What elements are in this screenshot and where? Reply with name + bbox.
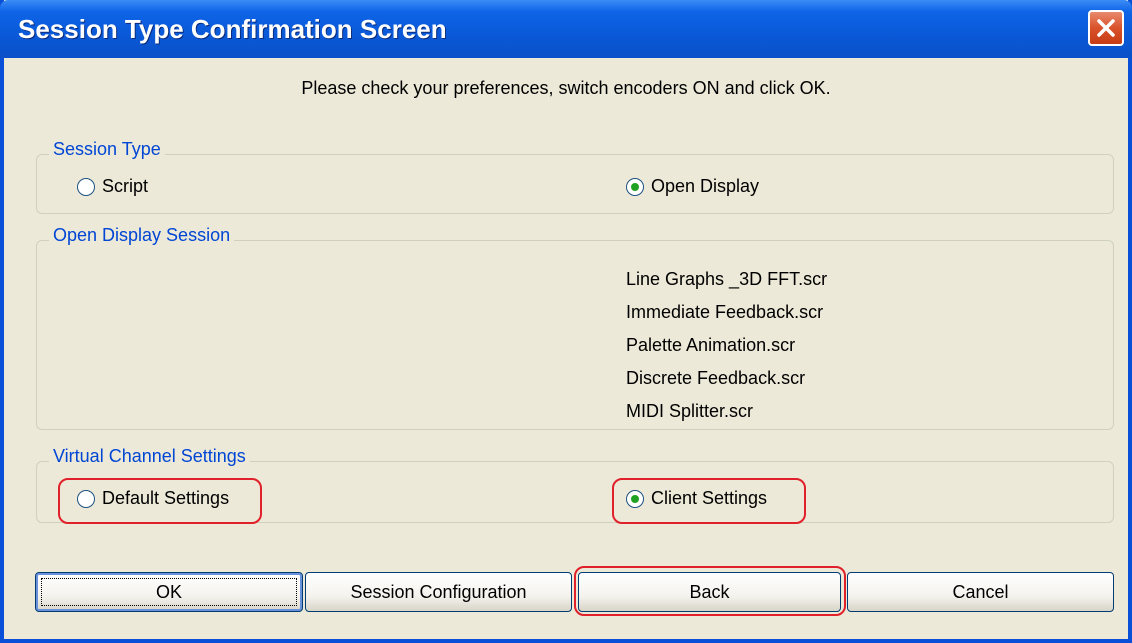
dialog-window: Session Type Confirmation Screen Please … [0,0,1132,643]
session-configuration-button[interactable]: Session Configuration [305,572,572,612]
session-type-label: Session Type [49,139,165,160]
radio-script-circle[interactable] [77,177,95,196]
radio-default-settings-label: Default Settings [102,488,230,508]
script-item: MIDI Splitter.scr [626,401,754,421]
radio-client-settings-label: Client Settings [651,488,768,508]
title-bar[interactable]: Session Type Confirmation Screen [0,0,1132,58]
radio-open-display-label: Open Display [651,176,760,196]
session-type-group: Session Type Script Open Display [36,139,1114,214]
script-item: Immediate Feedback.scr [626,302,824,322]
back-button-label: Back [689,581,730,602]
virtual-channel-label: Virtual Channel Settings [49,446,250,467]
script-list: Line Graphs _3D FFT.scr Immediate Feedba… [626,263,827,428]
window-title: Session Type Confirmation Screen [18,14,447,44]
radio-script-label: Script [102,176,149,196]
virtual-channel-group: Virtual Channel Settings Default Setting… [36,446,1114,523]
radio-client-settings-circle[interactable] [626,489,644,508]
radio-default-settings-circle[interactable] [77,489,95,508]
script-item: Palette Animation.scr [626,335,796,355]
radio-client-settings[interactable]: Client Settings [626,488,767,509]
cancel-button[interactable]: Cancel [847,572,1114,612]
ok-button[interactable]: OK [35,572,303,612]
radio-script[interactable]: Script [77,176,148,197]
radio-default-settings[interactable]: Default Settings [77,488,229,509]
instruction-text: Please check your preferences, switch en… [301,78,831,98]
radio-open-display-circle[interactable] [626,177,644,196]
open-display-session-label: Open Display Session [49,225,235,246]
script-item: Line Graphs _3D FFT.scr [626,269,828,289]
back-button[interactable]: Back [578,572,841,612]
session-configuration-label: Session Configuration [350,581,527,602]
focus-rect [41,578,297,606]
script-item: Discrete Feedback.scr [626,368,806,388]
radio-open-display[interactable]: Open Display [626,176,759,197]
cancel-button-label: Cancel [952,581,1009,602]
close-icon [1097,19,1115,37]
open-display-session-group: Open Display Session Line Graphs _3D FFT… [36,225,1114,430]
close-button[interactable] [1088,10,1124,46]
